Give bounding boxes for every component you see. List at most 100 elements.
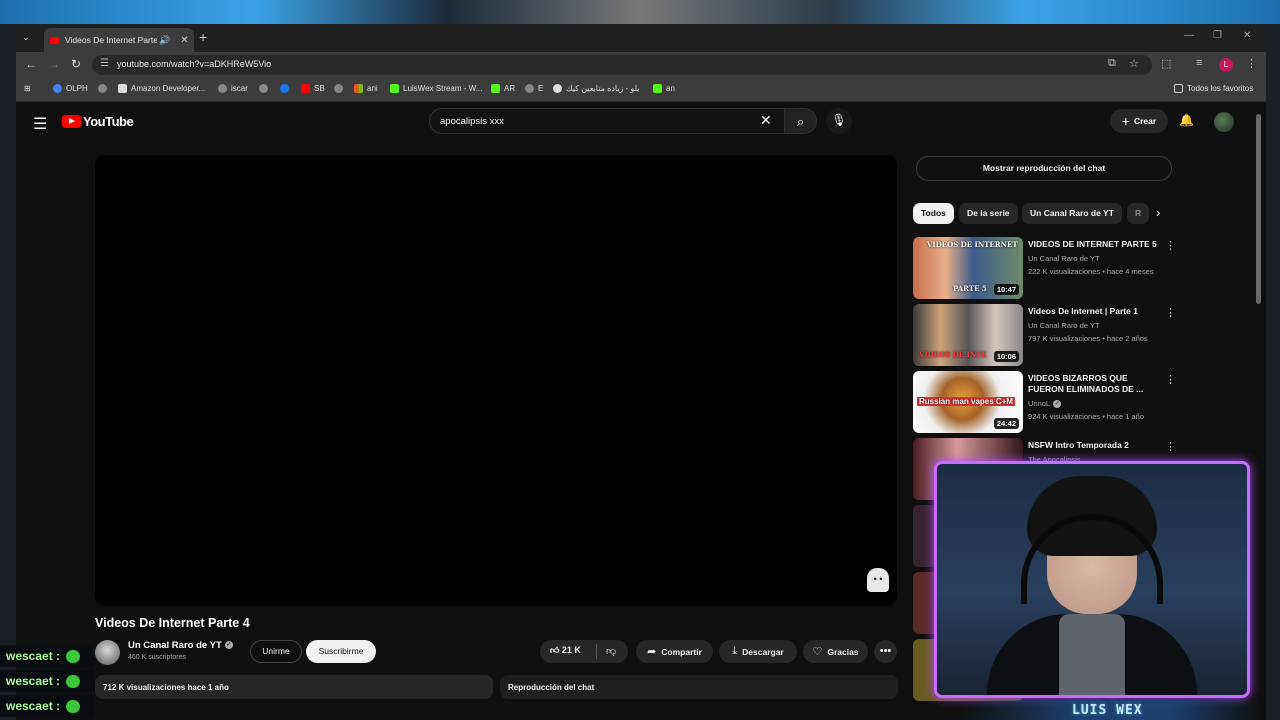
video-duration: 10:47 (993, 284, 1019, 295)
tab-search-icon[interactable]: ⌄ (22, 32, 30, 43)
bookmark-item[interactable] (98, 84, 111, 93)
video-title[interactable]: VIDEOS BIZARROS QUE FUERON ELIMINADOS DE… (1028, 373, 1158, 395)
bookmark-item[interactable] (259, 84, 272, 93)
restore-icon[interactable]: ❐ (1213, 30, 1222, 41)
notifications-bell-icon[interactable]: 🔔 (1179, 113, 1194, 127)
clear-search-icon[interactable]: ✕ (760, 112, 772, 129)
browser-menu-icon[interactable]: ⋮ (1246, 57, 1257, 70)
youtube-logo[interactable]: YouTube (62, 114, 134, 129)
bookmark-item[interactable]: E (525, 84, 543, 93)
thumbs-down-icon[interactable]: 👎︎ (606, 645, 616, 657)
video-meta: 797 K visualizaciones • hace 2 años (1028, 334, 1148, 343)
channel-avatar[interactable] (95, 640, 120, 665)
streamer-name: LUIS WEX (1072, 703, 1143, 718)
video-title[interactable]: NSFW Intro Temporada 2 (1028, 440, 1158, 451)
address-bar[interactable]: ☰ youtube.com/watch?v=aDKHReW5Vio (92, 55, 1152, 75)
thanks-heart-icon: ♡ (812, 646, 823, 658)
forward-icon[interactable]: → (48, 57, 60, 71)
more-options-icon[interactable]: ⋮ (1165, 239, 1176, 252)
stream-chat-message: wescaet : (0, 695, 94, 717)
tab-active[interactable]: Videos De Internet Parte 4 🔊 ✕ (44, 28, 194, 52)
description-box[interactable]: 712 K visualizaciones hace 1 año (95, 675, 493, 699)
download-icon: ⤓ (732, 645, 738, 657)
bookmark-item[interactable] (280, 84, 293, 93)
bookmark-item[interactable]: OLPH (53, 84, 88, 93)
account-avatar[interactable] (1214, 112, 1234, 132)
recommended-video[interactable]: VIDEOS DE INTERNET PARTE 5 10:47 VIDEOS … (913, 237, 1176, 299)
menu-icon[interactable]: ☰ (33, 114, 47, 134)
video-thumbnail[interactable]: Russian man vapes C+M 24:42 (913, 371, 1023, 433)
minimize-icon[interactable]: — (1184, 30, 1194, 41)
chip-more[interactable]: R (1127, 203, 1149, 224)
tab-close-icon[interactable]: ✕ (180, 35, 188, 46)
channel-name[interactable]: Un Canal Raro de YT (1028, 254, 1100, 263)
new-tab-icon[interactable]: + (199, 29, 207, 45)
channel-name[interactable]: Un Canal Raro de YT ✓ (128, 640, 233, 651)
page-scrollbar[interactable] (1256, 104, 1262, 714)
channel-watermark-icon[interactable]: • • (867, 568, 889, 592)
channel-name[interactable]: UnnoL ✓ (1028, 399, 1062, 409)
bookmark-item[interactable]: SB (301, 84, 325, 93)
subscribe-button[interactable]: Suscribirme (306, 640, 376, 663)
emote-icon (66, 649, 81, 663)
voice-search-icon[interactable]: 🎙 (826, 108, 852, 134)
bookmark-item[interactable]: an (653, 84, 675, 93)
share-button[interactable]: ➦ Compartir (636, 640, 713, 663)
search-query[interactable]: apocalipsis xxx (440, 116, 504, 127)
bookmark-item[interactable]: ani (354, 84, 378, 93)
site-info-icon[interactable]: ☰ (100, 58, 109, 69)
recommended-video[interactable]: Russian man vapes C+M 24:42 VIDEOS BIZAR… (913, 371, 1176, 433)
download-button[interactable]: ⤓ Descargar (719, 640, 797, 663)
video-meta: 222 K visualizaciones • hace 4 meses (1028, 267, 1154, 276)
show-chat-replay-button[interactable]: Mostrar reproducción del chat (916, 156, 1172, 181)
bookmark-item[interactable] (334, 84, 347, 93)
scrollbar-thumb[interactable] (1256, 114, 1261, 304)
like-button[interactable]: 👍︎ 21 K (550, 645, 581, 656)
all-bookmarks[interactable]: Todos los favoritos (1174, 84, 1253, 93)
chip-all[interactable]: Todos (913, 203, 954, 224)
back-icon[interactable]: ← (25, 57, 37, 71)
video-thumbnail[interactable]: VIDEOS DE INTERNET PARTE 5 10:47 (913, 237, 1023, 299)
bookmark-star-icon[interactable]: ☆ (1129, 57, 1139, 70)
chip-channel[interactable]: Un Canal Raro de YT (1022, 203, 1122, 224)
more-actions-icon[interactable]: ••• (874, 640, 897, 663)
more-options-icon[interactable]: ⋮ (1165, 306, 1176, 319)
youtube-favicon-icon (50, 36, 59, 44)
bookmark-item[interactable]: iscar (218, 84, 248, 93)
speaker-icon[interactable]: 🔊 (159, 35, 170, 46)
search-button[interactable]: ⌕ (785, 108, 817, 134)
profile-avatar[interactable]: L (1219, 58, 1233, 72)
bookmark-item[interactable]: AR (491, 84, 515, 93)
thumbnail-subtext: PARTE 5 (953, 284, 987, 293)
chevron-right-icon[interactable]: › (1156, 205, 1160, 220)
extensions-icon[interactable]: ⬚ (1161, 57, 1171, 70)
bookmark-item[interactable]: LuisWex Stream - W... (390, 84, 482, 93)
chat-replay-panel[interactable]: Reproducción del chat (500, 675, 898, 699)
video-player[interactable]: • • (95, 155, 897, 606)
share-icon: ➦ (647, 646, 657, 658)
like-divider (596, 644, 597, 659)
video-thumbnail[interactable]: VIDEOS DE INTE 10:06 (913, 304, 1023, 366)
channel-name[interactable]: Un Canal Raro de YT (1028, 321, 1100, 330)
url-text[interactable]: youtube.com/watch?v=aDKHReW5Vio (117, 59, 271, 69)
create-button[interactable]: + Crear (1110, 109, 1168, 133)
close-window-icon[interactable]: ✕ (1243, 30, 1251, 41)
apps-grid-icon[interactable]: ⊞ (24, 84, 31, 93)
bookmark-item[interactable]: بلو - زياده متابعين كيك (553, 84, 640, 93)
more-options-icon[interactable]: ⋮ (1165, 440, 1176, 453)
media-controls-icon[interactable]: ≡ (1196, 57, 1202, 69)
recommended-video[interactable]: VIDEOS DE INTE 10:06 Videos De Internet … (913, 304, 1176, 366)
video-title[interactable]: VIDEOS DE INTERNET PARTE 5 (1028, 239, 1158, 250)
more-options-icon[interactable]: ⋮ (1165, 373, 1176, 386)
thanks-button[interactable]: ♡ Gracias (803, 640, 868, 663)
webcam-overlay (934, 461, 1250, 698)
stream-background-left (0, 24, 16, 720)
search-input[interactable]: apocalipsis xxx ✕ (429, 108, 785, 134)
install-app-icon[interactable]: ⧉ (1108, 57, 1116, 70)
bookmark-item[interactable]: Amazon Developer... (118, 84, 205, 93)
join-button[interactable]: Unirme (250, 640, 302, 663)
reload-icon[interactable]: ↻ (71, 57, 81, 71)
chip-series[interactable]: De la serie (959, 203, 1018, 224)
video-title[interactable]: Videos De Internet | Parte 1 (1028, 306, 1158, 317)
verified-icon: ✓ (1053, 400, 1062, 409)
